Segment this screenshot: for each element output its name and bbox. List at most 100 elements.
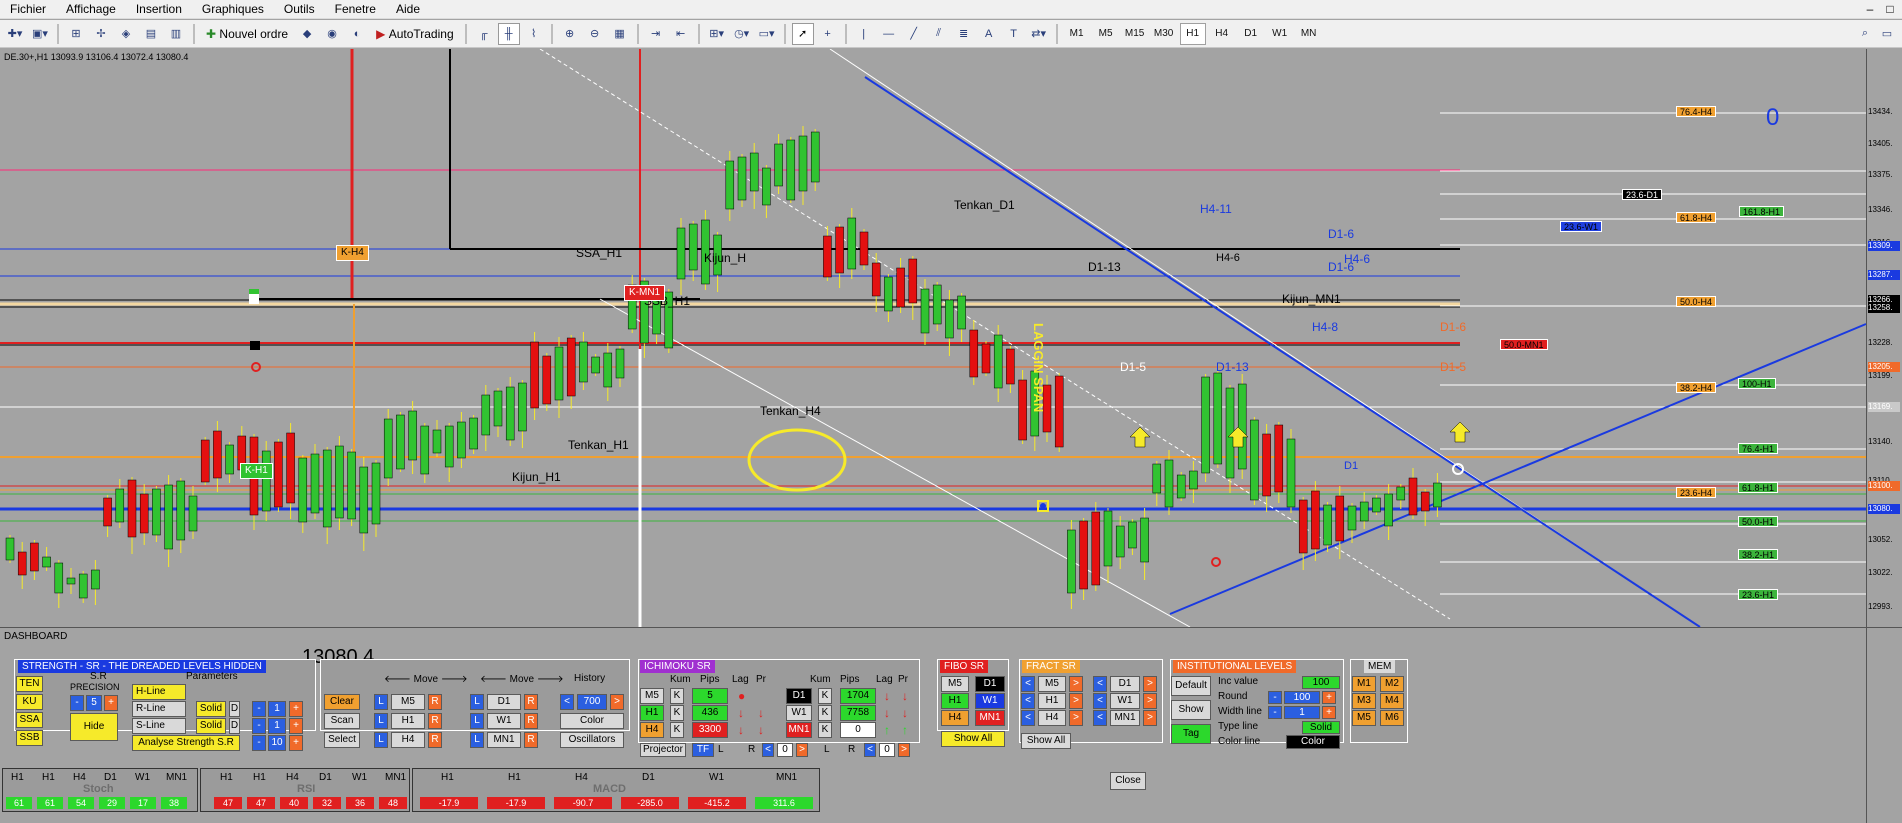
search-icon[interactable]: ⌕ <box>1854 23 1876 45</box>
price-chart[interactable]: DE.30+,H1 13093.9 13106.4 13072.4 13080.… <box>0 49 1902 627</box>
move2-right-button[interactable]: R <box>524 694 538 710</box>
text-icon[interactable]: A <box>978 23 1000 45</box>
menu-fichier[interactable]: Fichier <box>0 0 56 19</box>
move2-left-button[interactable]: L <box>470 694 484 710</box>
fract-tf-0[interactable]: M5 <box>1038 676 1066 692</box>
hide-button[interactable]: Hide <box>70 713 118 741</box>
fract-prev-button[interactable]: < <box>1021 693 1035 709</box>
r-minus-button[interactable]: - <box>252 701 266 717</box>
mem-5[interactable]: M6 <box>1380 710 1404 726</box>
r-line-button[interactable]: R-Line <box>132 701 186 717</box>
ichi-tf-2[interactable]: H4 <box>640 722 664 738</box>
projector-next-button[interactable]: > <box>796 743 808 757</box>
tf-mn[interactable]: MN <box>1296 23 1322 45</box>
move2-tf-2[interactable]: MN1 <box>487 732 521 748</box>
terminal-icon[interactable]: ▤ <box>140 23 162 45</box>
ichi2-k-2[interactable]: K <box>818 722 832 738</box>
new-order-button[interactable]: ✚ Nouvel ordre <box>201 23 293 45</box>
ichi-tf-0[interactable]: M5 <box>640 688 664 704</box>
mem-2[interactable]: M3 <box>1352 693 1376 709</box>
metaeditor-icon[interactable]: ◆ <box>296 23 318 45</box>
cursor-icon[interactable]: ➚ <box>791 22 814 45</box>
market-watch-icon[interactable]: ⊞ <box>65 23 87 45</box>
projector2-value[interactable]: 0 <box>879 743 895 757</box>
ichi-k-2[interactable]: K <box>670 722 684 738</box>
autotrading-button[interactable]: ▶ AutoTrading <box>371 23 459 45</box>
fract-prev-button[interactable]: < <box>1093 676 1107 692</box>
s-plus-button[interactable]: + <box>289 718 303 734</box>
s-width-value[interactable]: 1 <box>268 718 286 734</box>
precision-minus-button[interactable]: - <box>70 695 84 711</box>
mem-3[interactable]: M4 <box>1380 693 1404 709</box>
navigator-icon[interactable]: ◈ <box>115 23 137 45</box>
oscillators-button[interactable]: Oscillators <box>560 732 624 748</box>
maximize-button[interactable]: □ <box>1880 0 1900 19</box>
color-button[interactable]: Color <box>560 713 624 729</box>
precision-plus-button[interactable]: + <box>104 695 118 711</box>
tf-d1[interactable]: D1 <box>1238 23 1264 45</box>
move2-tf-0[interactable]: D1 <box>487 694 521 710</box>
horizontal-line-icon[interactable]: — <box>878 23 900 45</box>
inc-value[interactable]: 100 <box>1302 676 1340 689</box>
projector2-prev-button[interactable]: < <box>864 743 876 757</box>
ichi-tf-1[interactable]: H1 <box>640 705 664 721</box>
move2-left-button[interactable]: L <box>470 732 484 748</box>
ku-button[interactable]: KU <box>16 694 43 710</box>
fract-tf-1[interactable]: D1 <box>1110 676 1140 692</box>
tf-m30[interactable]: M30 <box>1151 23 1177 45</box>
shapes-icon[interactable]: ⇄▾ <box>1028 23 1050 45</box>
menu-insertion[interactable]: Insertion <box>126 0 192 19</box>
move1-left-button[interactable]: L <box>374 694 388 710</box>
autoscroll-icon[interactable]: ⇥ <box>645 23 667 45</box>
fract-prev-button[interactable]: < <box>1093 693 1107 709</box>
fract-prev-button[interactable]: < <box>1021 710 1035 726</box>
move1-right-button[interactable]: R <box>428 713 442 729</box>
trendline-icon[interactable]: ╱ <box>903 23 925 45</box>
menu-fenetre[interactable]: Fenetre <box>325 0 386 19</box>
tf-m1[interactable]: M1 <box>1064 23 1090 45</box>
analyse-minus-button[interactable]: - <box>252 735 266 751</box>
fract-tf-5[interactable]: MN1 <box>1110 710 1140 726</box>
close-button[interactable]: Close <box>1110 772 1146 790</box>
ichi2-tf-0[interactable]: D1 <box>786 688 812 704</box>
analyse-value[interactable]: 10 <box>268 735 286 751</box>
history-value[interactable]: 700 <box>577 694 607 710</box>
ichi2-k-0[interactable]: K <box>818 688 832 704</box>
fibonacci-icon[interactable]: ≣ <box>953 23 975 45</box>
s-line-style[interactable]: Solid <box>196 718 226 734</box>
tf-h1[interactable]: H1 <box>1179 22 1206 45</box>
h-line-button[interactable]: H-Line <box>132 684 186 700</box>
precision-value[interactable]: 5 <box>86 695 102 711</box>
select-button[interactable]: Select <box>324 732 360 748</box>
projector2-next-button[interactable]: > <box>898 743 910 757</box>
zoom-out-icon[interactable]: ⊖ <box>584 23 606 45</box>
fract-prev-button[interactable]: < <box>1093 710 1107 726</box>
width-value[interactable]: 1 <box>1284 706 1320 719</box>
minimize-button[interactable]: – <box>1860 0 1880 19</box>
templates-icon[interactable]: ▭▾ <box>756 23 778 45</box>
default-button[interactable]: Default <box>1171 676 1211 696</box>
tf-h4[interactable]: H4 <box>1209 23 1235 45</box>
tag-button[interactable]: Tag <box>1171 724 1211 744</box>
mem-1[interactable]: M2 <box>1380 676 1404 692</box>
menu-graphiques[interactable]: Graphiques <box>192 0 274 19</box>
mem-4[interactable]: M5 <box>1352 710 1376 726</box>
fibo-show-all-button[interactable]: Show All <box>941 731 1005 747</box>
move2-right-button[interactable]: R <box>524 713 538 729</box>
s-line-button[interactable]: S-Line <box>132 718 186 734</box>
projector-button[interactable]: Projector <box>640 743 686 757</box>
tf-m15[interactable]: M15 <box>1122 23 1148 45</box>
market-icon[interactable]: ◐ <box>346 23 368 45</box>
menu-affichage[interactable]: Affichage <box>56 0 126 19</box>
tf-w1[interactable]: W1 <box>1267 23 1293 45</box>
fract-show-all-button[interactable]: Show All <box>1021 733 1071 749</box>
candlestick-icon[interactable]: ╫ <box>497 22 520 45</box>
fract-next-button[interactable]: > <box>1143 710 1157 726</box>
history-next-button[interactable]: > <box>610 694 624 710</box>
ssa-button[interactable]: SSA <box>16 712 43 728</box>
profiles-icon[interactable]: ▣▾ <box>29 23 51 45</box>
move1-tf-2[interactable]: H4 <box>391 732 425 748</box>
vertical-line-icon[interactable]: | <box>853 23 875 45</box>
ichi2-k-1[interactable]: K <box>818 705 832 721</box>
tile-windows-icon[interactable]: ▦ <box>609 23 631 45</box>
